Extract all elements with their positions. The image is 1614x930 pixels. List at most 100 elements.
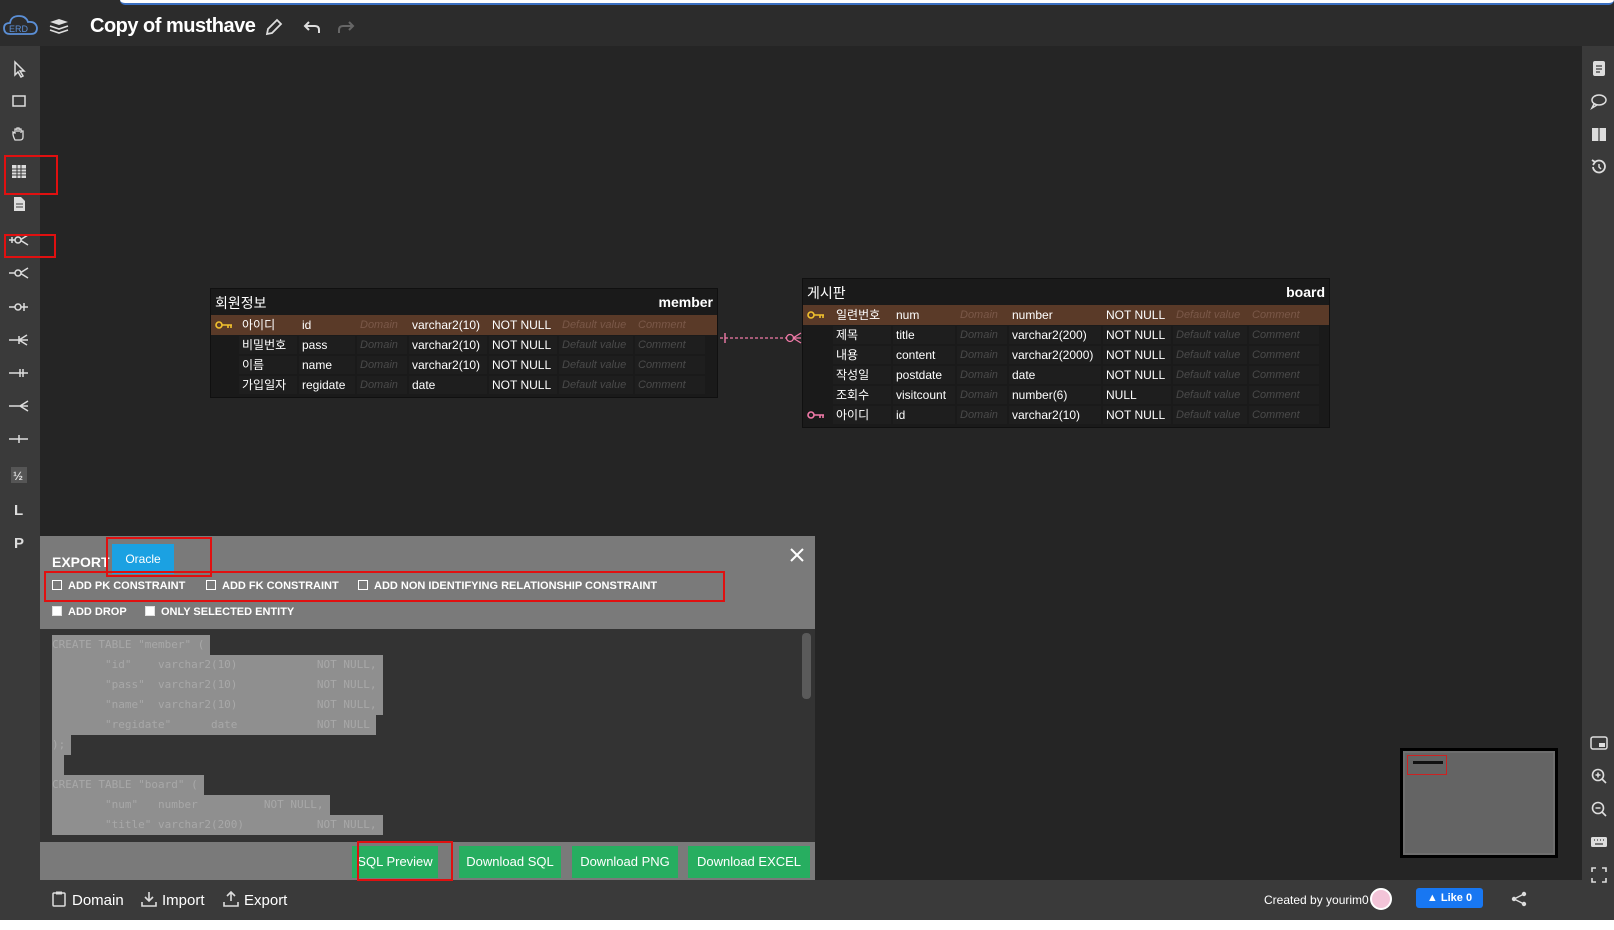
minimap-viewport[interactable] [1407, 755, 1447, 775]
column-nullable[interactable]: NOT NULL [1103, 406, 1171, 424]
column-nullable[interactable]: NOT NULL [1103, 366, 1171, 384]
column-data-type[interactable]: varchar2(10) [409, 316, 487, 334]
erd-cloud-logo-icon[interactable]: ERD [2, 12, 40, 38]
entity-logical-name[interactable]: 게시판 [807, 283, 846, 303]
minimap[interactable] [1400, 748, 1558, 858]
facebook-like-button[interactable]: ▲ Like 0 [1416, 888, 1483, 908]
column-default-value[interactable]: Default value [1173, 366, 1247, 384]
column-row[interactable]: 조회수 visitcount Domain number(6) NULL Default … [803, 385, 1329, 405]
column-nullable[interactable]: NOT NULL [489, 336, 557, 354]
column-comment[interactable]: Comment [635, 376, 705, 394]
column-nullable[interactable]: NOT NULL [489, 316, 557, 334]
column-physical-name[interactable]: visitcount [893, 386, 955, 404]
export-tab[interactable]: Export [222, 890, 287, 909]
download-sql-button[interactable]: Download SQL [459, 846, 561, 878]
column-logical-name[interactable]: 이름 [239, 356, 297, 374]
entity-board[interactable]: 게시판 board 일련번호 num Domain number NOT NULL Def… [802, 278, 1330, 428]
column-comment[interactable]: Comment [635, 316, 705, 334]
column-domain[interactable]: Domain [357, 336, 407, 354]
logical-icon[interactable]: L [8, 498, 30, 520]
column-physical-name[interactable]: id [893, 406, 955, 424]
entity-physical-name[interactable]: member [659, 294, 713, 310]
checkbox[interactable] [52, 606, 62, 616]
undo-icon[interactable] [302, 17, 322, 37]
column-comment[interactable]: Comment [1249, 406, 1319, 424]
option-add-drop[interactable]: ADD DROP [52, 606, 127, 618]
column-data-type[interactable]: varchar2(10) [409, 336, 487, 354]
column-domain[interactable]: Domain [357, 376, 407, 394]
column-logical-name[interactable]: 제목 [833, 326, 891, 344]
column-logical-name[interactable]: 내용 [833, 346, 891, 364]
download-png-button[interactable]: Download PNG [572, 846, 678, 878]
column-data-type[interactable]: varchar2(10) [409, 356, 487, 374]
page-title[interactable]: Copy of musthave [90, 15, 256, 38]
column-data-type[interactable]: varchar2(2000) [1009, 346, 1101, 364]
entity-physical-name[interactable]: board [1286, 284, 1325, 300]
column-nullable[interactable]: NOT NULL [1103, 326, 1171, 344]
layers-icon[interactable] [48, 18, 70, 34]
column-domain[interactable]: Domain [957, 326, 1007, 344]
column-default-value[interactable]: Default value [1173, 326, 1247, 344]
column-row[interactable]: 가입일자 regidate Domain date NOT NULL Default va… [211, 375, 717, 395]
restore-icon[interactable] [1589, 157, 1609, 177]
column-comment[interactable]: Comment [1249, 306, 1319, 324]
zoom-out-icon[interactable] [1589, 799, 1609, 819]
column-physical-name[interactable]: regidate [299, 376, 355, 394]
column-data-type[interactable]: number [1009, 306, 1101, 324]
comment-icon[interactable] [1589, 91, 1609, 111]
column-physical-name[interactable]: title [893, 326, 955, 344]
domain-tab[interactable]: Domain [50, 890, 124, 909]
fullscreen-icon[interactable] [1589, 865, 1609, 885]
column-physical-name[interactable]: postdate [893, 366, 955, 384]
column-physical-name[interactable]: content [893, 346, 955, 364]
import-tab[interactable]: Import [140, 890, 205, 909]
column-physical-name[interactable]: name [299, 356, 355, 374]
option-only-selected-entity[interactable]: ONLY SELECTED ENTITY [145, 606, 294, 618]
column-domain[interactable]: Domain [957, 406, 1007, 424]
history-list-icon[interactable] [1589, 58, 1609, 78]
column-nullable[interactable]: NOT NULL [489, 376, 557, 394]
column-physical-name[interactable]: pass [299, 336, 355, 354]
column-data-type[interactable]: date [409, 376, 487, 394]
column-domain[interactable]: Domain [957, 386, 1007, 404]
column-logical-name[interactable]: 가입일자 [239, 376, 297, 394]
column-physical-name[interactable]: num [893, 306, 955, 324]
column-default-value[interactable]: Default value [559, 376, 633, 394]
column-comment[interactable]: Comment [1249, 326, 1319, 344]
column-logical-name[interactable]: 일련번호 [833, 306, 891, 324]
column-data-type[interactable]: varchar2(10) [1009, 406, 1101, 424]
column-default-value[interactable]: Default value [1173, 406, 1247, 424]
column-nullable[interactable]: NOT NULL [1103, 306, 1171, 324]
column-physical-name[interactable]: id [299, 316, 355, 334]
column-row[interactable]: 제목 title Domain varchar2(200) NOT NULL Defaul… [803, 325, 1329, 345]
checkbox[interactable] [145, 606, 155, 616]
redo-icon[interactable] [336, 17, 356, 37]
column-nullable[interactable]: NOT NULL [1103, 346, 1171, 364]
minimap-toggle-icon[interactable] [1589, 733, 1609, 753]
column-domain[interactable]: Domain [957, 366, 1007, 384]
column-row[interactable]: 내용 content Domain varchar2(2000) NOT NULL Def… [803, 345, 1329, 365]
avatar[interactable] [1370, 888, 1392, 910]
share-icon[interactable] [1510, 890, 1528, 908]
physical-icon[interactable]: P [8, 531, 30, 553]
pointer-icon[interactable] [8, 58, 30, 80]
column-comment[interactable]: Comment [1249, 386, 1319, 404]
entity-logical-name[interactable]: 회원정보 [215, 293, 267, 313]
column-nullable[interactable]: NOT NULL [489, 356, 557, 374]
column-default-value[interactable]: Default value [1173, 386, 1247, 404]
download-excel-button[interactable]: Download EXCEL [688, 846, 810, 878]
column-data-type[interactable]: varchar2(200) [1009, 326, 1101, 344]
one-n-icon[interactable] [8, 329, 30, 351]
book-icon[interactable] [1589, 124, 1609, 144]
column-logical-name[interactable]: 조회수 [833, 386, 891, 404]
zero-n-icon[interactable] [8, 262, 30, 284]
column-row[interactable]: 아이디 id Domain varchar2(10) NOT NULL Default v… [211, 315, 717, 335]
scrollbar[interactable] [802, 633, 811, 699]
column-data-type[interactable]: number(6) [1009, 386, 1101, 404]
n-icon[interactable] [8, 395, 30, 417]
column-data-type[interactable]: date [1009, 366, 1101, 384]
column-comment[interactable]: Comment [1249, 366, 1319, 384]
sql-preview-area[interactable]: CREATE TABLE "member" ( "id" varchar2(10… [40, 629, 815, 842]
relationship-line[interactable] [720, 331, 802, 345]
zoom-in-icon[interactable] [1589, 766, 1609, 786]
